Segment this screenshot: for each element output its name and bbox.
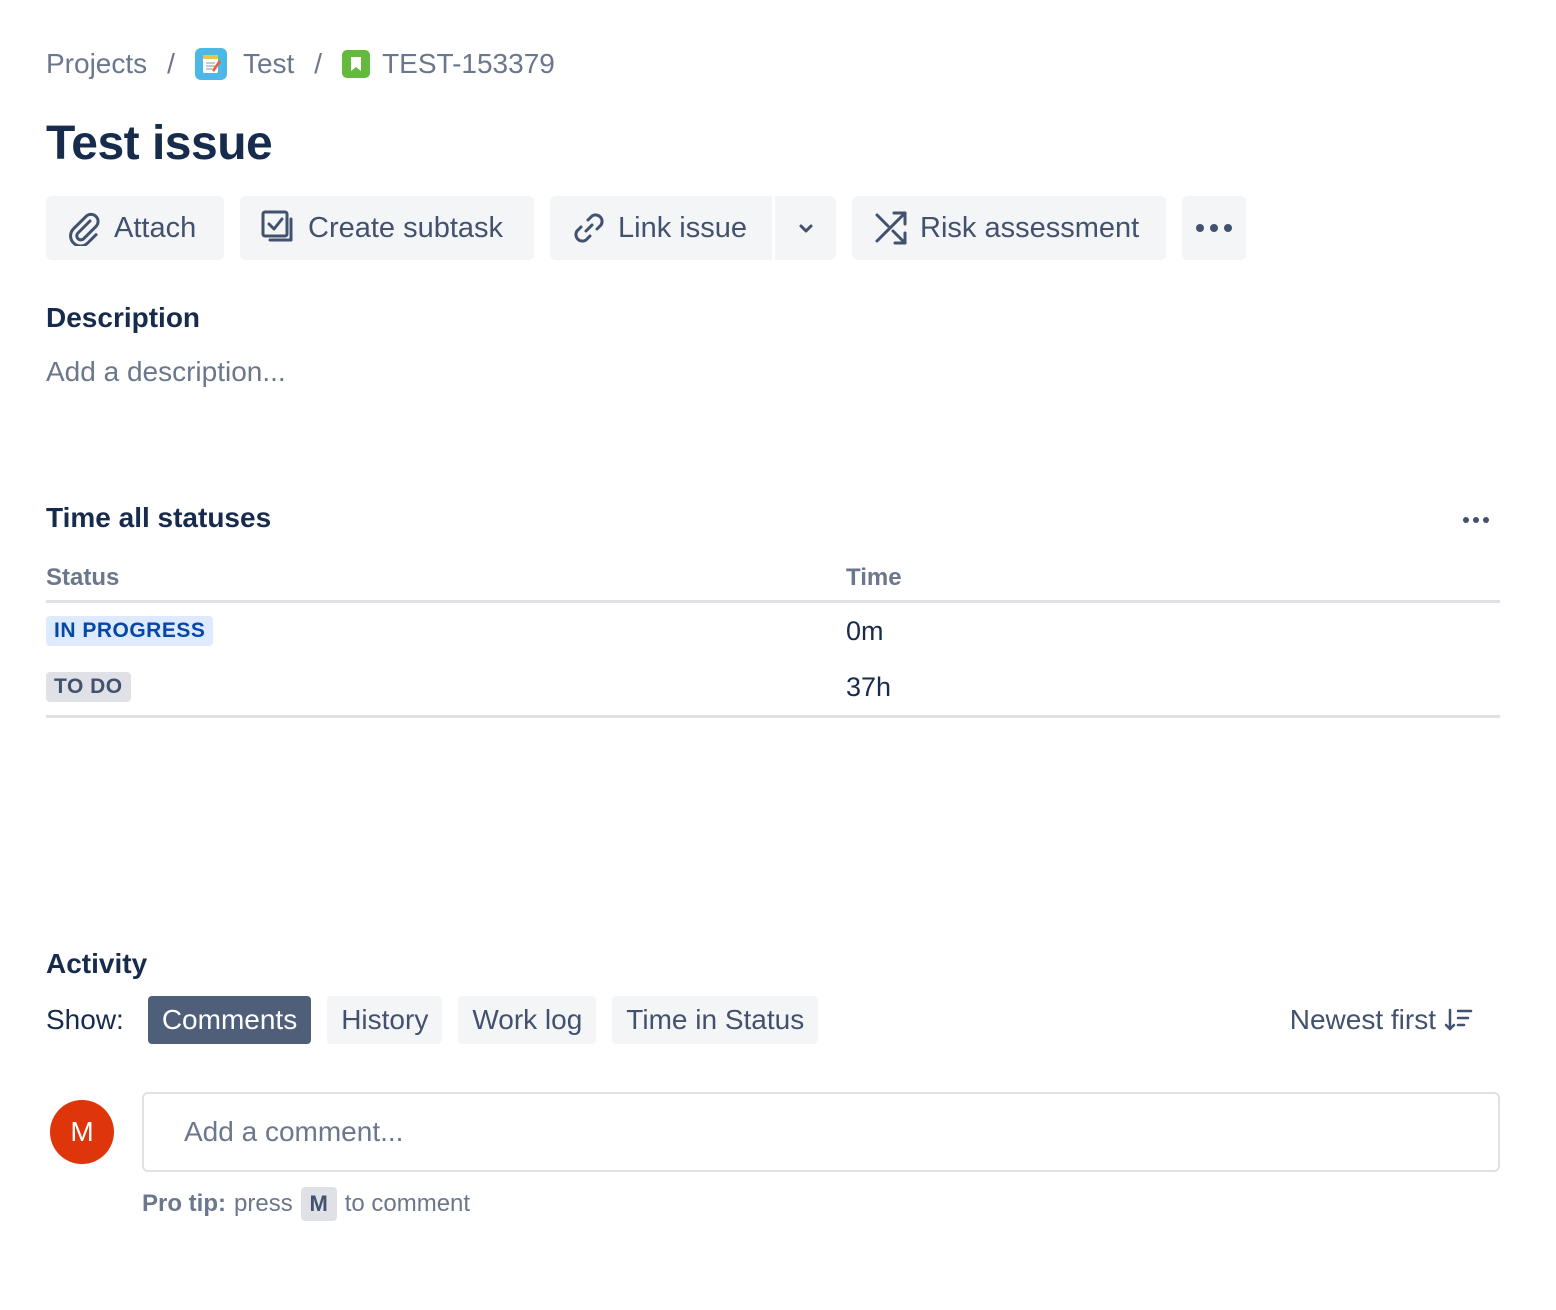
breadcrumb-project-label: Test [242, 48, 295, 79]
filter-time-in-status[interactable]: Time in Status [612, 996, 819, 1044]
attach-label: Attach [114, 211, 197, 244]
table-row: IN PROGRESS 0m [46, 603, 1500, 659]
pro-tip-press: press [234, 1190, 293, 1217]
pro-tip: Pro tip: press M to comment [142, 1186, 470, 1222]
more-icon [1463, 517, 1489, 523]
breadcrumb-issue[interactable]: TEST-153379 [342, 48, 555, 80]
table-body: IN PROGRESS 0m TO DO 37h [46, 603, 1500, 718]
shuffle-icon [875, 211, 907, 245]
activity-filter-bar: Show: Comments History Work log Time in … [46, 996, 1500, 1044]
issue-title[interactable]: Test issue [46, 116, 273, 171]
breadcrumb-project[interactable]: Test [194, 48, 295, 80]
sort-order-label: Newest first [1289, 1004, 1436, 1035]
more-icon [1196, 224, 1232, 232]
status-cell: TO DO [46, 672, 846, 702]
time-cell: 37h [846, 671, 892, 702]
link-issue-dropdown-button[interactable] [772, 196, 836, 260]
avatar[interactable]: M [50, 1100, 114, 1164]
filter-history[interactable]: History [327, 996, 443, 1044]
chevron-down-icon [799, 224, 812, 233]
risk-assessment-button[interactable]: Risk assessment [852, 196, 1166, 260]
risk-assessment-label: Risk assessment [920, 211, 1140, 244]
time-all-statuses-heading: Time all statuses [46, 502, 272, 533]
status-lozenge: TO DO [46, 672, 131, 702]
link-icon [574, 213, 604, 243]
time-cell: 0m [846, 615, 884, 646]
sort-icon [1444, 1008, 1473, 1031]
column-header-time: Time [846, 564, 902, 591]
link-issue-group: Link issue [550, 196, 836, 260]
filter-comments[interactable]: Comments [147, 996, 312, 1044]
keyboard-shortcut-key: M [300, 1187, 337, 1221]
breadcrumb-issue-key: TEST-153379 [382, 48, 555, 79]
more-actions-button[interactable] [1182, 196, 1246, 260]
status-lozenge: IN PROGRESS [46, 616, 214, 646]
description-field[interactable]: Add a description... [46, 356, 286, 388]
pro-tip-suffix: to comment [344, 1190, 471, 1217]
paperclip-icon [69, 212, 100, 246]
column-header-status: Status [46, 564, 120, 591]
breadcrumb: Projects / Test / TEST-153379 [46, 44, 555, 84]
sort-order-button[interactable]: Newest first [1290, 996, 1474, 1044]
project-notepad-icon [194, 48, 227, 80]
breadcrumb-projects[interactable]: Projects [46, 48, 147, 80]
link-issue-label: Link issue [618, 211, 747, 244]
comment-input[interactable]: Add a comment... [142, 1092, 1500, 1172]
filter-work-log[interactable]: Work log [458, 996, 597, 1044]
description-heading: Description [46, 302, 201, 333]
table-header: Status Time [46, 556, 1500, 603]
show-label: Show: [46, 1004, 124, 1035]
subtask-icon [261, 210, 293, 242]
breadcrumb-separator: / [167, 48, 175, 79]
breadcrumb-separator: / [314, 48, 323, 79]
create-subtask-button[interactable]: Create subtask [240, 196, 534, 260]
link-issue-button[interactable]: Link issue [550, 196, 772, 260]
breadcrumb-projects-label: Projects [46, 48, 148, 79]
pro-tip-label: Pro tip: [142, 1190, 226, 1217]
time-all-statuses-more-button[interactable] [1456, 506, 1496, 534]
issue-toolbar: Attach Create subtask Link issue Risk as… [46, 196, 1246, 260]
story-icon [342, 50, 371, 78]
attach-button[interactable]: Attach [46, 196, 224, 260]
table-row: TO DO 37h [46, 659, 1500, 715]
activity-heading: Activity [46, 948, 148, 979]
time-all-statuses-table: Status Time IN PROGRESS 0m TO DO 37h [46, 556, 1500, 718]
status-cell: IN PROGRESS [46, 616, 846, 646]
create-subtask-label: Create subtask [308, 211, 504, 244]
